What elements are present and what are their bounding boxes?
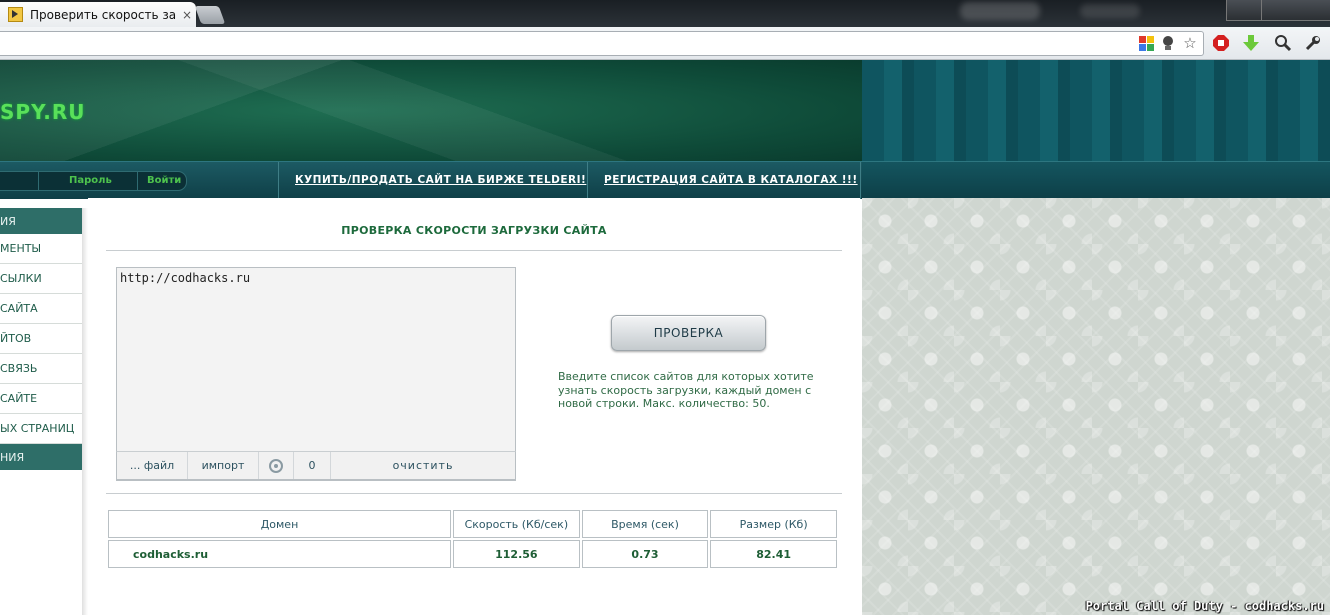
settings-button[interactable]	[259, 452, 294, 479]
cell-domain[interactable]: codhacks.ru	[108, 540, 451, 568]
site-header-banner: SPY.RU	[0, 60, 862, 161]
sidebar-item[interactable]: ЫХ СТРАНИЦ	[0, 414, 82, 444]
login-separator	[137, 172, 138, 190]
nav-link-telderi[interactable]: КУПИТЬ/ПРОДАТЬ САЙТ НА БИРЖЕ TELDERI!	[295, 174, 586, 186]
page-favicon-icon	[8, 7, 23, 22]
browser-titlebar: Проверить скорость загру ×	[0, 0, 1330, 27]
main-content: ПРОВЕРКА СКОРОСТИ ЗАГРУЗКИ САЙТА http://…	[88, 198, 860, 615]
sidebar-item[interactable]: САЙТА	[0, 294, 82, 324]
navbar-decor	[862, 161, 1330, 199]
divider	[106, 250, 842, 251]
browser-toolbar: ☆	[0, 27, 1330, 60]
new-tab-button[interactable]	[194, 6, 226, 24]
minimize-button[interactable]	[1226, 0, 1262, 21]
browser-tab-active[interactable]: Проверить скорость загру ×	[0, 2, 196, 27]
bookmark-star-icon[interactable]: ☆	[1181, 34, 1199, 52]
sidebar-item[interactable]: ЙТОВ	[0, 324, 82, 354]
column-header-domain: Домен	[108, 510, 451, 538]
adblock-icon[interactable]	[1212, 34, 1230, 52]
sidebar-item[interactable]: СВЯЗЬ	[0, 354, 82, 384]
divider	[106, 493, 842, 494]
column-header-speed: Скорость (Кб/сек)	[452, 510, 580, 538]
cell-speed: 112.56	[452, 540, 580, 568]
password-field[interactable]: Пароль	[69, 175, 112, 186]
textarea-value: http://codhacks.ru	[120, 271, 251, 285]
sidebar-item[interactable]: СЫЛКИ	[0, 264, 82, 294]
sidebar-header: ИЯ	[0, 208, 82, 234]
tab-title: Проверить скорость загру	[30, 7, 176, 22]
watermark-text: Portal Call of Duty - codhacks.ru	[1085, 599, 1324, 613]
nav-separator	[278, 162, 279, 199]
column-header-size: Размер (Кб)	[710, 510, 837, 538]
nav-link-catalogs[interactable]: РЕГИСТРАЦИЯ САЙТА В КАТАЛОГАХ !!!	[604, 174, 858, 186]
site-navbar: Пароль Войти КУПИТЬ/ПРОДАТЬ САЙТ НА БИРЖ…	[0, 161, 862, 199]
cell-time: 0.73	[581, 540, 709, 568]
table-header-row: Домен Скорость (Кб/сек) Время (сек) Разм…	[108, 510, 837, 538]
titlebar-glow	[1080, 4, 1140, 18]
nav-separator	[860, 162, 861, 199]
instructions-text: Введите список сайтов для которых хотите…	[558, 370, 814, 410]
search-icon[interactable]	[1274, 34, 1292, 52]
download-arrow-icon[interactable]	[1242, 34, 1260, 52]
tab-close-icon[interactable]: ×	[182, 8, 192, 22]
sidebar-menu: ИЯ МЕНТЫ СЫЛКИ САЙТА ЙТОВ СВЯЗЬ САЙТЕ ЫХ…	[0, 208, 82, 470]
login-button[interactable]: Войти	[147, 175, 181, 186]
nav-separator	[587, 162, 588, 199]
results-table: Домен Скорость (Кб/сек) Время (сек) Разм…	[106, 508, 839, 570]
textarea-toolbar: ... файл импорт 0 очистить	[116, 451, 516, 480]
sidebar-item[interactable]: САЙТЕ	[0, 384, 82, 414]
file-button[interactable]: ... файл	[117, 452, 188, 479]
login-separator	[38, 172, 39, 190]
clear-button[interactable]: очистить	[331, 452, 515, 479]
table-row: codhacks.ru 112.56 0.73 82.41	[108, 540, 837, 568]
check-button[interactable]: ПРОВЕРКА	[611, 315, 766, 351]
titlebar-glow	[960, 2, 1040, 20]
column-header-time: Время (сек)	[581, 510, 709, 538]
sidebar-item[interactable]: МЕНТЫ	[0, 234, 82, 264]
color-extension-icon[interactable]	[1137, 34, 1155, 52]
import-button[interactable]: импорт	[188, 452, 259, 479]
page-title: ПРОВЕРКА СКОРОСТИ ЗАГРУЗКИ САЙТА	[341, 224, 607, 237]
gear-icon	[269, 458, 283, 473]
page-background-pattern	[862, 198, 1330, 615]
login-form: Пароль Войти	[0, 171, 187, 191]
domain-count: 0	[294, 452, 331, 479]
sidebar-header: НИЯ	[0, 444, 82, 470]
header-decor	[862, 60, 1330, 161]
wrench-icon[interactable]	[1304, 34, 1322, 52]
lightbulb-icon[interactable]	[1159, 34, 1177, 52]
site-logo[interactable]: SPY.RU	[0, 100, 85, 124]
domains-textarea[interactable]: http://codhacks.ru	[116, 267, 516, 481]
address-bar[interactable]	[0, 31, 1204, 56]
web-page: SPY.RU Пароль Войти КУПИТЬ/ПРОДАТЬ САЙТ …	[0, 60, 1330, 615]
maximize-button[interactable]	[1261, 0, 1330, 21]
cell-size: 82.41	[710, 540, 837, 568]
